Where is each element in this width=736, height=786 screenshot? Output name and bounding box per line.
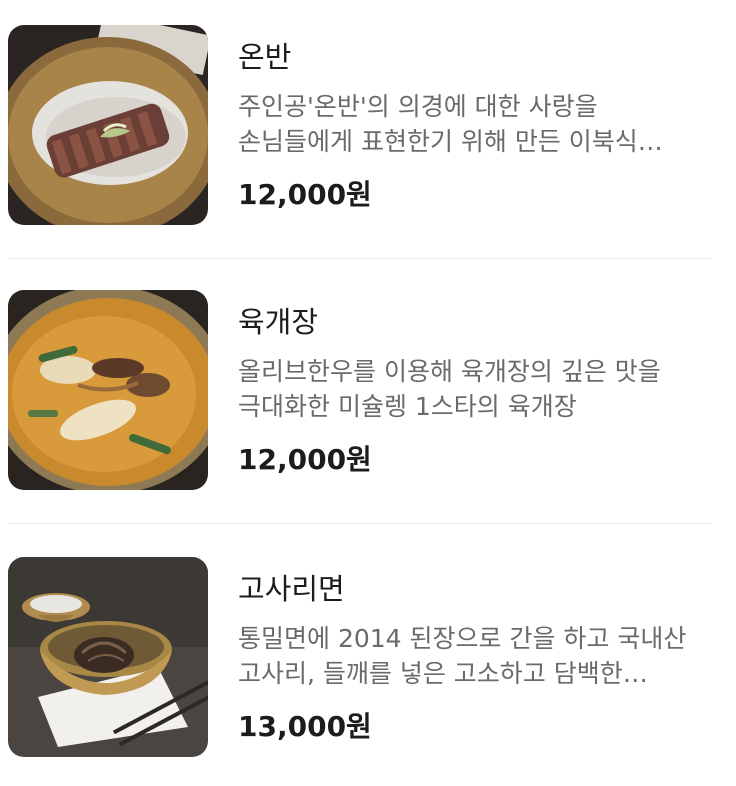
menu-item-name: 온반: [238, 40, 292, 74]
menu-item-image: [8, 25, 208, 225]
divider: [8, 258, 712, 259]
divider: [8, 523, 712, 524]
menu-item-image: [8, 290, 208, 490]
menu-item-description: 올리브한우를 이용해 육개장의 깊은 맛을 극대화한 미슐렝 1스타의 육개장: [238, 357, 661, 421]
menu-item-description: 통밀면에 2014 된장으로 간을 하고 국내산 고사리, 들깨를 넣은 고소하…: [238, 624, 687, 688]
menu-item-gosarimyeon[interactable]: 고사리면 통밀면에 2014 된장으로 간을 하고 국내산 고사리, 들깨를 넣…: [0, 557, 736, 777]
menu-item-price: 12,000원: [238, 443, 372, 476]
menu-item-price: 12,000원: [238, 178, 372, 211]
menu-item-onban[interactable]: 온반 주인공'온반'의 의경에 대한 사랑을 손님들에게 표현한기 위해 만든 …: [0, 25, 736, 245]
menu-item-image: [8, 557, 208, 757]
menu-item-name: 육개장: [238, 305, 319, 339]
menu-item-yukgaejang[interactable]: 육개장 올리브한우를 이용해 육개장의 깊은 맛을 극대화한 미슐렝 1스타의 …: [0, 290, 736, 510]
menu-item-name: 고사리면: [238, 572, 345, 606]
menu-item-description: 주인공'온반'의 의경에 대한 사랑을 손님들에게 표현한기 위해 만든 이북식…: [238, 92, 638, 156]
menu-item-price: 13,000원: [238, 710, 372, 743]
